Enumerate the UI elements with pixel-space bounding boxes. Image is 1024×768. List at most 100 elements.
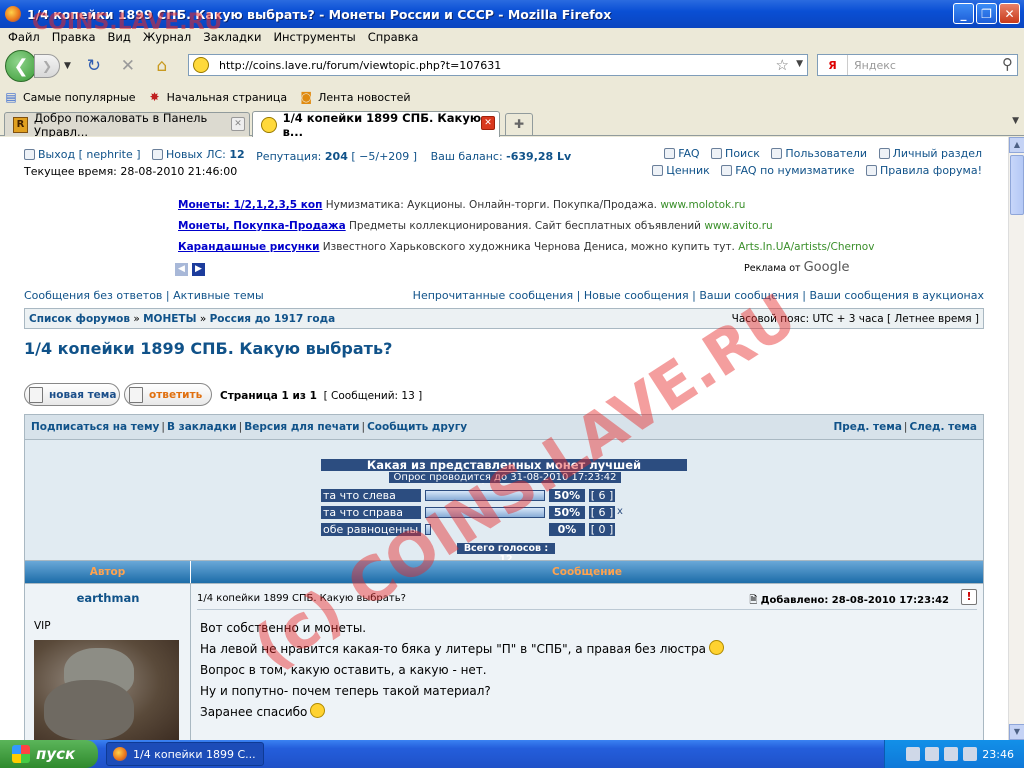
reputation-label: Репутация: (256, 150, 322, 163)
page-title[interactable]: 1/4 копейки 1899 СПБ. Какую выбрать? (24, 339, 392, 358)
clock: 23:46 (982, 747, 1014, 761)
ucp-link[interactable]: Личный раздел (878, 147, 982, 160)
poll-question: Какая из представленных монет лучшей сох… (321, 459, 687, 483)
scroll-up-icon[interactable]: ▲ (1009, 137, 1024, 153)
logout-link[interactable]: Выход [ nephrite ] (24, 148, 141, 161)
maximize-button[interactable]: ❐ (976, 3, 997, 24)
faq-icon (721, 165, 733, 176)
menu-edit[interactable]: Правка (47, 30, 103, 44)
your-posts-link[interactable]: Ваши сообщения (699, 289, 798, 302)
tab-close-icon[interactable]: ✕ (481, 116, 495, 130)
post-line: На левой не нравится какая-то бяка у лит… (200, 639, 725, 660)
stop-icon[interactable]: ✕ (116, 56, 140, 76)
start-button[interactable]: пуск (0, 740, 98, 768)
new-posts-link[interactable]: Новые сообщения (584, 289, 689, 302)
menu-tools[interactable]: Инструменты (268, 30, 362, 44)
ad-2: Монеты, Покупка-Продажа Предметы коллекц… (178, 220, 773, 232)
volume-icon[interactable] (925, 747, 940, 761)
history-dropdown-icon[interactable]: ▼ (64, 61, 71, 71)
vertical-scrollbar[interactable]: ▲ ▼ (1008, 137, 1024, 740)
menu-history[interactable]: Журнал (138, 30, 198, 44)
menu-help[interactable]: Справка (363, 30, 426, 44)
security-icon[interactable] (944, 747, 959, 761)
antivirus-icon[interactable] (963, 747, 978, 761)
minimize-button[interactable]: _ (953, 3, 974, 24)
search-link[interactable]: Поиск (711, 147, 760, 160)
active-topics-link[interactable]: Активные темы (173, 289, 264, 302)
post-subject[interactable]: 1/4 копейки 1899 СПБ. Какую выбрать? (197, 593, 406, 604)
breadcrumb-coins[interactable]: МОНЕТЫ (143, 313, 196, 325)
reload-icon[interactable]: ↻ (82, 56, 106, 76)
ad-url[interactable]: www.molotok.ru (660, 199, 745, 211)
search-icon[interactable]: ⚲ (1002, 55, 1013, 73)
rules-link[interactable]: Правила форума! (866, 164, 982, 177)
tab-label: Добро пожаловать в Панель Управл... (34, 110, 208, 139)
ads-by-google[interactable]: Реклама от Google (744, 260, 849, 275)
scroll-thumb[interactable] (1010, 155, 1024, 215)
post-date: 🗎 Добавлено: 28-08-2010 17:23:42 (749, 593, 949, 610)
poll-count: [ 6 ] (589, 489, 615, 502)
tab-list-icon[interactable]: ▼ (1012, 116, 1019, 126)
tab-current-topic[interactable]: 1/4 копейки 1899 СПБ. Какую в... ✕ (252, 111, 500, 139)
report-button[interactable]: ! (961, 589, 977, 605)
bookmark-news-feed[interactable]: ◙ Лента новостей (299, 90, 410, 104)
forward-button[interactable]: ❯ (34, 54, 60, 78)
search-engine-icon[interactable]: Я (818, 55, 848, 75)
breadcrumb-forum-index[interactable]: Список форумов (29, 313, 130, 325)
close-button[interactable]: ✕ (999, 3, 1020, 24)
search-placeholder[interactable]: Яндекс (854, 59, 896, 72)
print-link[interactable]: Версия для печати (244, 421, 359, 433)
ad-next-icon[interactable]: ▶ (192, 263, 205, 276)
menu-file[interactable]: Файл (3, 30, 47, 44)
next-topic-link[interactable]: След. тема (909, 421, 977, 433)
network-icon[interactable] (906, 747, 921, 761)
subscribe-link[interactable]: Подписаться на тему (31, 421, 159, 433)
menu-bookmarks[interactable]: Закладки (198, 30, 268, 44)
new-tab-button[interactable]: ✚ (505, 113, 533, 135)
bookmark-star-icon[interactable]: ☆ (776, 56, 789, 74)
tab-close-icon[interactable]: ✕ (231, 117, 245, 131)
email-friend-link[interactable]: Сообщить другу (367, 421, 467, 433)
poll-bar (425, 507, 545, 518)
url-dropdown-icon[interactable]: ▼ (796, 59, 803, 69)
poll-option-label: та что слева (321, 489, 421, 502)
bookmark-start-page[interactable]: ✸ Начальная страница (148, 90, 288, 104)
members-icon (771, 148, 783, 159)
post-author[interactable]: earthman (25, 591, 191, 605)
window-title: 1/4 копейки 1899 СПБ. Какую выбрать? - М… (27, 6, 612, 22)
faq-link[interactable]: FAQ (664, 147, 700, 160)
ad-prev-icon[interactable]: ◀ (175, 263, 188, 276)
topic-actions: Подписаться на тему | В закладки | Версия дл… (31, 421, 468, 433)
unread-link[interactable]: Непрочитанные сообщения (413, 289, 573, 302)
bookmark-topic-link[interactable]: В закладки (167, 421, 237, 433)
your-auction-posts-link[interactable]: Ваши сообщения в аукционах (809, 289, 984, 302)
menu-view[interactable]: Вид (103, 30, 138, 44)
reply-button[interactable]: ответить (124, 383, 212, 406)
taskbar-item-label: 1/4 копейки 1899 С... (133, 747, 256, 761)
back-button[interactable]: ❮ (5, 50, 37, 82)
scroll-down-icon[interactable]: ▼ (1009, 724, 1024, 740)
home-icon[interactable]: ⌂ (150, 56, 174, 76)
taskbar-firefox-item[interactable]: 1/4 копейки 1899 С... (106, 742, 264, 766)
search-box[interactable]: Я Яндекс ⚲ (817, 54, 1018, 76)
numismatics-faq-link[interactable]: FAQ по нумизматике (721, 164, 855, 177)
unanswered-link[interactable]: Сообщения без ответов (24, 289, 162, 302)
bookmark-most-popular[interactable]: ▤ Самые популярные (4, 90, 135, 104)
ad-url[interactable]: www.avito.ru (704, 220, 772, 232)
prev-topic-link[interactable]: Пред. тема (833, 421, 901, 433)
ad-title-link[interactable]: Монеты: 1/2,1,2,3,5 коп (178, 199, 322, 211)
tab-admin-panel[interactable]: R Добро пожаловать в Панель Управл... ✕ (4, 110, 250, 139)
reply-label: ответить (149, 388, 203, 401)
url-text[interactable]: http://coins.lave.ru/forum/viewtopic.php… (219, 59, 501, 72)
members-link[interactable]: Пользователи (771, 147, 867, 160)
column-author: Автор (25, 561, 191, 583)
price-link[interactable]: Ценник (652, 164, 710, 177)
url-bar[interactable]: http://coins.lave.ru/forum/viewtopic.php… (188, 54, 808, 76)
page-content: Выход [ nephrite ] Новых ЛС: 12 Репутаци… (0, 137, 1008, 740)
ad-url[interactable]: Arts.In.UA/artists/Chernov (738, 241, 874, 253)
ad-title-link[interactable]: Монеты, Покупка-Продажа (178, 220, 346, 232)
new-pm-link[interactable]: Новых ЛС: 12 (152, 148, 245, 161)
breadcrumb-russia[interactable]: Россия до 1917 года (210, 313, 336, 325)
new-topic-button[interactable]: новая тема (24, 383, 120, 406)
ad-title-link[interactable]: Карандашные рисунки (178, 241, 319, 253)
